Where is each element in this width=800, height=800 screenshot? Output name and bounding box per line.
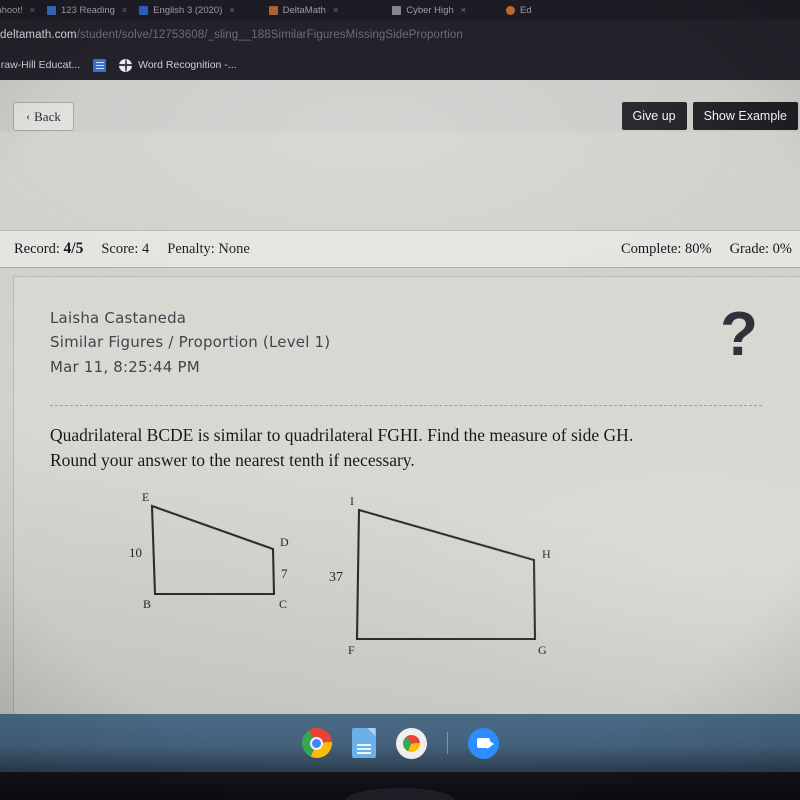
tab-favicon	[47, 5, 57, 15]
browser-tab-deltamath[interactable]: DeltaMath ×	[263, 1, 345, 19]
problem-timestamp: Mar 11, 8:25:44 PM	[50, 357, 200, 376]
globe-icon	[119, 58, 133, 72]
record-value: 4/5	[63, 240, 84, 257]
tab-title: 123 Reading	[61, 4, 115, 16]
url-path: /student/solve/12753608/_sling__188Simil…	[76, 29, 463, 41]
penalty-value: None	[218, 241, 250, 257]
quadrilateral-BCDE-svg: E D C B 10 7	[129, 490, 289, 611]
divider	[50, 405, 762, 406]
browser-tab-4[interactable]: Cyber High ×	[386, 1, 472, 19]
deltamath-page: ‹ Back Give up Show Example Record: 4/5 …	[0, 80, 800, 714]
back-button-label: Back	[34, 108, 61, 124]
penalty-stat: Penalty: None	[167, 241, 250, 258]
record-label: Record:	[14, 241, 60, 257]
side-length-IF: 37	[329, 570, 343, 585]
tab-favicon	[139, 5, 149, 15]
problem-meta: Laisha Castaneda Similar Figures / Propo…	[50, 306, 330, 379]
record-stat: Record: 4/5	[14, 240, 83, 258]
score-stat: Score: 4	[101, 241, 149, 258]
quadrilateral-BCDE-shape	[150, 504, 276, 596]
omnibox[interactable]: deltamath.com/student/solve/12753608/_sl…	[0, 20, 800, 50]
browser-tab-1[interactable]: 123 Reading ×	[41, 1, 133, 19]
problem-statement: Quadrilateral BCDE is similar to quadril…	[50, 423, 770, 474]
complete-stat: Complete: 80%	[621, 241, 712, 258]
score-value: 4	[142, 241, 150, 257]
tab-close-icon[interactable]: ×	[122, 5, 127, 15]
bookmark-google-docs[interactable]	[93, 58, 107, 72]
bookmark-label: Word Recognition -...	[138, 59, 237, 71]
bookmark-label: ...raw-Hill Educat...	[0, 59, 81, 71]
back-button[interactable]: ‹ Back	[13, 102, 74, 131]
zoom-icon[interactable]	[467, 727, 499, 759]
chevron-left-icon: ‹	[26, 109, 31, 123]
grade-value: 0%	[772, 240, 792, 257]
grade-label: Grade:	[729, 240, 770, 257]
browser-tab-5[interactable]: Ed	[500, 1, 538, 19]
problem-card: Laisha Castaneda Similar Figures / Propo…	[13, 276, 800, 714]
student-name: Laisha Castaneda	[50, 309, 187, 327]
vertex-label-H: H	[542, 547, 551, 561]
score-label: Score:	[101, 241, 139, 257]
quadrilateral-FGHI-svg: I H G F 37	[329, 494, 551, 657]
assignment-title: Similar Figures / Proportion (Level 1)	[50, 333, 331, 352]
give-up-button[interactable]: Give up	[621, 102, 687, 130]
side-length-DC: 7	[281, 566, 288, 581]
tab-favicon	[268, 5, 278, 15]
show-example-button[interactable]: Show Example	[692, 102, 798, 130]
vertex-label-B: B	[143, 597, 151, 611]
vertex-label-D: D	[280, 535, 289, 549]
tab-close-icon[interactable]: ×	[461, 5, 466, 15]
problem-statement-line2: Round your answer to the nearest tenth i…	[50, 450, 415, 471]
google-docs-icon	[93, 58, 107, 72]
vertex-label-I: I	[350, 494, 354, 508]
bookmarks-bar: ...raw-Hill Educat... Word Recognition -…	[0, 50, 800, 80]
quadrilateral-FGHI-shape	[355, 508, 537, 641]
url-host: deltamath.com	[0, 29, 77, 41]
tab-favicon	[392, 5, 402, 15]
tab-title: English 3 (2020)	[153, 4, 223, 16]
vertex-label-E: E	[142, 490, 149, 504]
help-icon[interactable]: ?	[720, 304, 758, 366]
complete-value: 80%	[684, 240, 712, 257]
stats-bar: Record: 4/5 Score: 4 Penalty: None Compl…	[0, 230, 800, 268]
bookmark-word-recognition[interactable]: Word Recognition -...	[119, 58, 237, 72]
vertex-label-G: G	[538, 643, 547, 657]
google-slides-icon[interactable]	[351, 728, 376, 758]
tab-favicon	[506, 5, 515, 15]
tab-close-icon[interactable]: ×	[229, 5, 234, 15]
chromeos-shelf	[0, 714, 800, 772]
tab-close-icon[interactable]: ×	[333, 5, 338, 15]
browser-tab-0[interactable]: Kahoot! ×	[0, 1, 41, 19]
shelf-divider	[446, 732, 448, 754]
bookmark-mcgraw-hill[interactable]: ...raw-Hill Educat...	[0, 59, 80, 71]
complete-label: Complete:	[620, 240, 682, 257]
browser-chrome: Kahoot! × 123 Reading × English 3 (2020)…	[0, 0, 800, 80]
tab-title: Kahoot!	[0, 4, 23, 16]
chrome-icon[interactable]	[301, 728, 332, 758]
chromebook-screen-photo: Kahoot! × 123 Reading × English 3 (2020)…	[0, 0, 800, 800]
tab-strip: Kahoot! × 123 Reading × English 3 (2020)…	[0, 0, 800, 20]
tab-title: Ed	[520, 4, 532, 16]
chrome-app-icon[interactable]	[395, 727, 427, 759]
tab-title: Cyber High	[406, 4, 454, 16]
problem-actions: Give up Show Example	[621, 102, 798, 130]
vertex-label-F: F	[348, 643, 355, 657]
grade-stat: Grade: 0%	[730, 241, 792, 258]
quadrilateral-FGHI: I H G F 37	[324, 482, 574, 672]
tab-title: DeltaMath	[282, 4, 326, 16]
side-length-EB: 10	[129, 545, 142, 560]
problem-statement-line1: Quadrilateral BCDE is similar to quadril…	[50, 425, 634, 445]
vertex-label-C: C	[279, 597, 287, 611]
figures-area: E D C B 10 7 I H G F 37	[14, 482, 800, 667]
browser-tab-2[interactable]: English 3 (2020) ×	[133, 1, 240, 19]
tab-close-icon[interactable]: ×	[30, 5, 35, 15]
quadrilateral-BCDE: E D C B 10 7	[114, 482, 314, 622]
penalty-label: Penalty:	[167, 241, 215, 257]
deltamath-toolbar: ‹ Back Give up Show Example	[0, 80, 800, 132]
